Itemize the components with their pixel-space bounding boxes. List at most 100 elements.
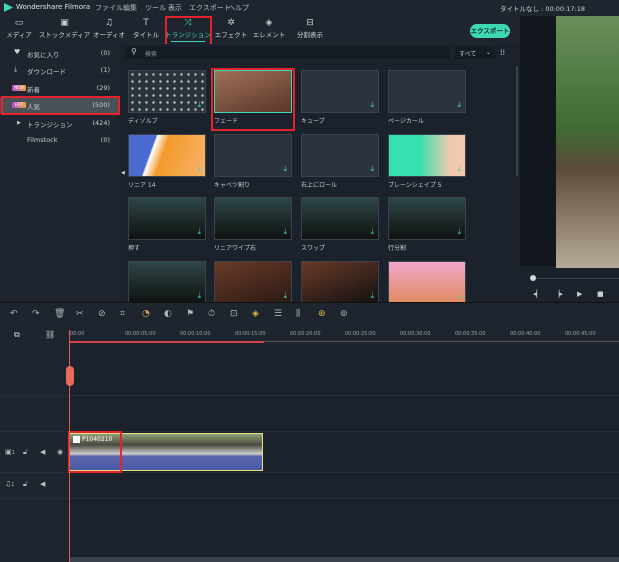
cut-icon[interactable]: ✂ (76, 309, 84, 319)
menu-edit[interactable]: 編集 (123, 3, 137, 13)
transition-tile[interactable]: ⤓ (388, 261, 466, 304)
download-icon[interactable]: ⤓ (283, 164, 287, 174)
search-placeholder: 検索 (145, 51, 158, 58)
seek-handle[interactable] (530, 275, 536, 281)
stabilize-icon[interactable]: ⊚ (340, 309, 348, 319)
download-icon[interactable]: ⤓ (197, 164, 201, 174)
transition-tile[interactable]: ⤓ (128, 261, 206, 304)
highlight-box (1, 96, 120, 115)
document-title: タイトルなし : 00:00:17:18 (500, 5, 585, 13)
download-icon[interactable]: ⤓ (370, 291, 374, 301)
crop-icon[interactable]: ⌗ (120, 309, 125, 319)
playhead[interactable] (69, 330, 70, 562)
transition-tile[interactable]: ⤓ (388, 70, 466, 113)
menu-tools[interactable]: ツール (145, 3, 166, 13)
render-icon[interactable]: ⊛ (318, 309, 326, 319)
download-icon[interactable]: ⤓ (283, 227, 287, 237)
highlight-box (165, 16, 212, 46)
download-icon[interactable]: ⤓ (457, 164, 461, 174)
download-icon[interactable]: ⤓ (457, 291, 461, 301)
highlight-box (211, 68, 295, 131)
sidebar-item-new[interactable]: NEW 新着 (29) (0, 80, 120, 97)
download-icon[interactable]: ⤓ (283, 291, 287, 301)
transition-tile[interactable]: ⤓ (214, 134, 292, 177)
transition-tile[interactable]: ⤓ (388, 134, 466, 177)
download-icon[interactable]: ⤓ (457, 100, 461, 110)
color-icon[interactable]: ◐ (164, 309, 172, 319)
track-divider (0, 395, 619, 396)
volume-icon[interactable]: ◀︎ (40, 480, 45, 488)
transition-label: リニアワイプ右 (214, 245, 257, 252)
transition-tile[interactable]: ⤓ (301, 261, 379, 304)
timeline-scrollbar[interactable] (70, 557, 619, 562)
duration-icon[interactable]: ⏱ (208, 309, 215, 319)
grid-view-icon[interactable]: ⁞⁞ (500, 48, 505, 57)
transition-tile[interactable]: ⤓ (301, 134, 379, 177)
menu-help[interactable]: ヘルプ (228, 3, 249, 13)
delete-icon[interactable]: 🗑︎ (54, 309, 65, 319)
audio-split-icon[interactable]: ⫼ (296, 309, 300, 319)
add-track-icon[interactable]: ⧉ (14, 330, 20, 340)
download-icon[interactable]: ⤓ (457, 227, 461, 237)
caret-right-icon: ▶ (17, 120, 21, 126)
transition-label: スワップ (301, 245, 326, 252)
ruler-tick-label: 00:00:25:00 (345, 331, 376, 337)
transition-label: リニア 14 (128, 182, 156, 189)
marker-icon[interactable]: ⚑ (186, 309, 194, 319)
step-play-icon[interactable]: ▕▸ (554, 290, 563, 298)
transition-tile[interactable]: ⤓ (128, 134, 206, 177)
transition-tile[interactable]: ⤓ (388, 197, 466, 240)
preview-seek-bar[interactable] (530, 278, 619, 279)
tag-icon[interactable]: ⊘ (98, 309, 106, 319)
tab-split-screen[interactable]: ⊟ 分割表示 (285, 17, 335, 43)
collapse-arrow-icon[interactable]: ◀ (121, 170, 125, 176)
sidebar-item-favorites[interactable]: ♥ お気に入り (0) (0, 45, 120, 62)
heart-icon: ♥ (14, 48, 21, 56)
ruler-tick-label: 00:00:40:00 (510, 331, 541, 337)
transition-tile[interactable]: ⤓ (128, 70, 206, 113)
transition-tile[interactable]: ⤓ (214, 197, 292, 240)
sidebar-item-downloads[interactable]: ⤓ ダウンロード (1) (0, 62, 120, 79)
ruler-tick-label: 00:00:45:00 (565, 331, 596, 337)
transition-tile[interactable]: ⤓ (301, 70, 379, 113)
transition-label: キューブ (301, 118, 325, 125)
sidebar-item-transitions[interactable]: ▶ トランジション (424) (0, 115, 120, 132)
zoom-fit-icon[interactable]: ⊡ (230, 309, 238, 319)
menu-view[interactable]: 表示 (168, 3, 182, 13)
download-icon[interactable]: ⤓ (370, 100, 374, 110)
download-icon[interactable]: ⤓ (370, 227, 374, 237)
download-icon[interactable]: ⤓ (197, 291, 201, 301)
download-icon[interactable]: ⤓ (197, 227, 201, 237)
playhead-marker[interactable] (66, 366, 74, 386)
keyframe-icon[interactable]: ◈ (252, 309, 259, 319)
prev-frame-icon[interactable]: ◂▏ (533, 290, 542, 298)
menu-file[interactable]: ファイル (95, 3, 123, 13)
search-input[interactable] (125, 47, 450, 59)
download-icon[interactable]: ⤓ (197, 100, 201, 110)
undo-icon[interactable]: ↶ (10, 309, 18, 319)
transition-label: ディゾルブ (128, 118, 158, 125)
eye-icon[interactable]: ◉ (57, 448, 63, 456)
volume-icon[interactable]: ◀︎ (40, 448, 45, 456)
menu-export[interactable]: エクスポート (189, 3, 231, 13)
sidebar-item-filmstock[interactable]: Filmstock (0) (0, 132, 120, 149)
transition-label: プレーンシェイプ 5 (388, 182, 442, 189)
lock-icon[interactable]: 🔓︎ (23, 480, 28, 489)
transition-tile[interactable]: ⤓ (301, 197, 379, 240)
lock-icon[interactable]: 🔓︎ (23, 448, 28, 457)
split-icon: ⊟ (306, 18, 314, 28)
download-icon[interactable]: ⤓ (370, 164, 374, 174)
adjust-icon[interactable]: ☰ (274, 309, 282, 319)
stop-icon[interactable]: ■ (597, 290, 604, 298)
transition-tile[interactable]: ⤓ (214, 261, 292, 304)
play-icon[interactable]: ▶ (577, 290, 582, 298)
export-button[interactable]: エクスポート (470, 24, 510, 38)
redo-icon[interactable]: ↷ (32, 309, 40, 319)
ruler-tick-label: 00:00:05:00 (125, 331, 156, 337)
transition-tile[interactable]: ⤓ (128, 197, 206, 240)
track-divider (0, 498, 619, 499)
filter-dropdown[interactable]: すべて ⌄ (455, 47, 495, 59)
speed-icon[interactable]: ◔ (142, 309, 150, 319)
grid-scrollbar[interactable] (516, 66, 518, 176)
link-icon[interactable]: ⛓ (45, 330, 55, 339)
